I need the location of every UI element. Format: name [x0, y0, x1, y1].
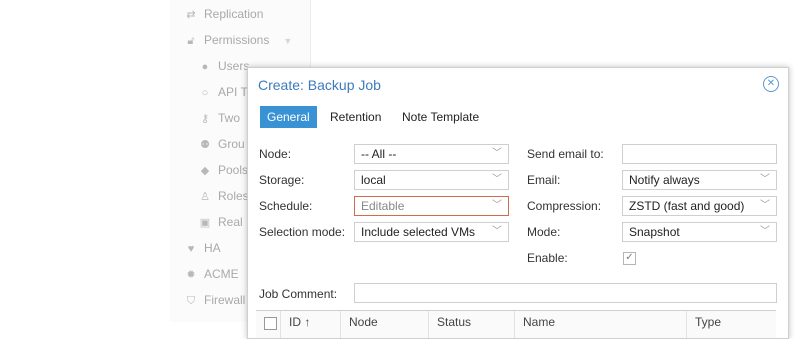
- select-all-checkbox[interactable]: [264, 317, 277, 330]
- tab-retention[interactable]: Retention: [330, 106, 381, 128]
- sidebar-item-pools[interactable]: ◆ Pools: [198, 159, 248, 181]
- chevron-down-icon[interactable]: ﹀: [760, 197, 770, 215]
- column-name[interactable]: Name: [514, 311, 686, 338]
- compression-select[interactable]: ZSTD (fast and good) ﹀: [622, 196, 777, 216]
- sidebar-item-firewall[interactable]: ⛉ Firewall: [184, 289, 245, 311]
- column-status[interactable]: Status: [428, 311, 514, 338]
- group-icon: ⚉: [200, 139, 210, 151]
- replication-icon: ⇄: [186, 9, 196, 21]
- mode-label: Mode:: [527, 225, 561, 239]
- node-label: Node:: [259, 147, 292, 161]
- tab-general[interactable]: General: [260, 106, 317, 128]
- chevron-down-icon[interactable]: ﹀: [760, 171, 770, 189]
- heartbeat-icon: ♥: [187, 243, 195, 255]
- sidebar-item-two-factor[interactable]: ⚷ Two: [198, 107, 240, 129]
- schedule-combobox[interactable]: Editable ﹀: [354, 196, 509, 216]
- shield-icon: ⛉: [186, 295, 196, 307]
- certificate-icon: ✹: [186, 269, 196, 281]
- chevron-down-icon[interactable]: ﹀: [492, 145, 502, 163]
- chevron-down-icon[interactable]: ﹀: [492, 171, 502, 189]
- send-email-label: Send email to:: [527, 147, 604, 161]
- unlock-icon: 🔓︎: [187, 35, 195, 47]
- create-backup-job-dialog: Create: Backup Job ✕ General Retention N…: [247, 67, 789, 339]
- sidebar-item-acme[interactable]: ✹ ACME: [184, 263, 238, 285]
- sidebar-item-ha[interactable]: ♥ HA: [184, 237, 221, 259]
- sidebar-item-groups[interactable]: ⚉ Grou: [198, 133, 245, 155]
- address-book-icon: ▣: [199, 217, 211, 229]
- column-id[interactable]: ID ↑: [280, 311, 340, 338]
- sidebar-item-replication[interactable]: ⇄ Replication: [184, 3, 263, 25]
- guest-grid-header: ID ↑ Node Status Name Type: [256, 310, 776, 338]
- dialog-title: Create: Backup Job: [258, 77, 381, 93]
- chevron-down-icon[interactable]: ﹀: [492, 197, 502, 215]
- chevron-down-icon[interactable]: ﹀: [760, 223, 770, 241]
- storage-label: Storage:: [259, 173, 305, 187]
- person-outline-icon: ○: [201, 87, 209, 99]
- sidebar-item-realms[interactable]: ▣ Real: [198, 211, 243, 233]
- email-notify-select[interactable]: Notify always ﹀: [622, 170, 777, 190]
- chevron-down-icon[interactable]: ▼: [283, 30, 292, 52]
- storage-select[interactable]: local ﹀: [354, 170, 509, 190]
- mode-select[interactable]: Snapshot ﹀: [622, 222, 777, 242]
- chevron-down-icon[interactable]: ﹀: [492, 223, 502, 241]
- sidebar-item-api-tokens[interactable]: ○ API T: [198, 81, 248, 103]
- sidebar-item-roles[interactable]: ♙ Roles: [198, 185, 249, 207]
- user-icon: ●: [201, 61, 209, 73]
- enable-checkbox[interactable]: ✓: [623, 252, 636, 265]
- job-comment-label: Job Comment:: [259, 287, 338, 301]
- selection-mode-select[interactable]: Include selected VMs ﹀: [354, 222, 509, 242]
- close-icon[interactable]: ✕: [763, 76, 779, 92]
- tags-icon: ◆: [200, 165, 210, 177]
- male-icon: ♙: [200, 191, 210, 203]
- tab-note-template[interactable]: Note Template: [402, 106, 479, 128]
- sidebar-item-users[interactable]: ● Users: [198, 55, 250, 77]
- schedule-label: Schedule:: [259, 199, 313, 213]
- selection-mode-label: Selection mode:: [259, 225, 346, 239]
- job-comment-field[interactable]: [354, 283, 777, 303]
- node-select[interactable]: -- All -- ﹀: [354, 144, 509, 164]
- enable-label: Enable:: [527, 251, 568, 265]
- send-email-field[interactable]: [622, 144, 777, 164]
- sidebar-item-permissions[interactable]: 🔓︎ Permissions ▼: [184, 29, 292, 51]
- key-icon: ⚷: [200, 113, 210, 125]
- column-node[interactable]: Node: [340, 311, 428, 338]
- email-label: Email:: [527, 173, 561, 187]
- column-type[interactable]: Type: [686, 311, 776, 338]
- compression-label: Compression:: [527, 199, 602, 213]
